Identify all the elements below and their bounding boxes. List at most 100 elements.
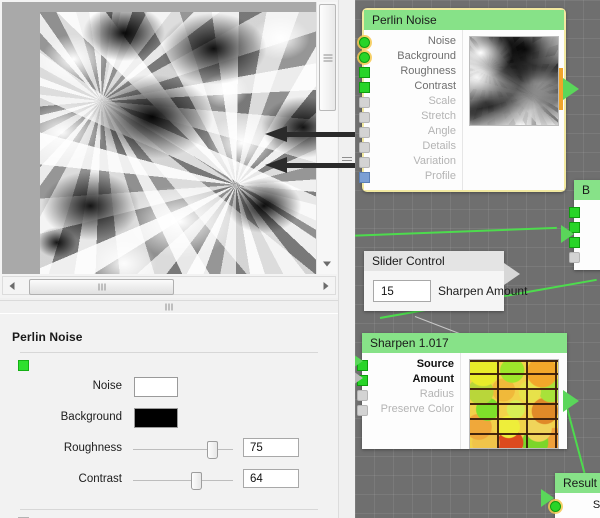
app-root: Perlin Noise Noise Background Roughness 75 C… bbox=[0, 0, 600, 518]
port-label: Roughness bbox=[400, 65, 456, 77]
input-connector-sharpen-amount[interactable] bbox=[355, 369, 363, 387]
port-row[interactable]: Details bbox=[359, 139, 462, 154]
port-label: Angle bbox=[427, 125, 456, 137]
port-plug-icon[interactable] bbox=[359, 157, 370, 168]
port-plug-icon[interactable] bbox=[357, 390, 368, 401]
port-row[interactable]: Angle bbox=[359, 124, 462, 139]
arrow-down-icon bbox=[322, 261, 331, 267]
port-plug-icon[interactable] bbox=[359, 142, 370, 153]
port-label: Surf bbox=[592, 499, 600, 511]
property-row: Background bbox=[0, 408, 338, 430]
port-row[interactable]: Noise bbox=[359, 34, 462, 49]
port-plug-icon[interactable] bbox=[359, 37, 370, 48]
port-row[interactable] bbox=[569, 204, 600, 219]
group-divider bbox=[20, 509, 318, 510]
port-plug-icon[interactable] bbox=[569, 207, 580, 218]
port-row[interactable]: Amount bbox=[357, 372, 460, 387]
slider-amount-input[interactable]: 15 bbox=[373, 280, 431, 302]
arrow-head-icon bbox=[265, 126, 287, 142]
slider-knob[interactable] bbox=[191, 472, 202, 490]
preview-scroll-left-button[interactable] bbox=[4, 278, 20, 293]
panel-splitter[interactable] bbox=[0, 300, 338, 314]
input-connector-partial[interactable] bbox=[561, 225, 574, 243]
node-perlin-noise[interactable]: Perlin Noise Noise Background Roughness Con… bbox=[359, 8, 566, 192]
slider-knob[interactable] bbox=[207, 441, 218, 459]
group-toggle-1[interactable] bbox=[18, 360, 29, 371]
port-row[interactable]: Source bbox=[357, 357, 460, 372]
node-result[interactable]: Result Surf bbox=[550, 473, 600, 518]
scroll-grip-icon bbox=[97, 283, 106, 291]
value-input-roughness[interactable]: 75 bbox=[243, 438, 299, 457]
port-plug-icon[interactable] bbox=[359, 127, 370, 138]
port-row[interactable]: Surf bbox=[550, 498, 600, 513]
port-row[interactable]: Preserve Color bbox=[357, 402, 460, 417]
port-row[interactable]: Radius bbox=[357, 387, 460, 402]
port-plug-icon[interactable] bbox=[359, 67, 370, 78]
color-swatch-background[interactable] bbox=[134, 408, 178, 428]
port-label: Preserve Color bbox=[380, 403, 454, 415]
page-title: Perlin Noise bbox=[12, 330, 83, 344]
preview-horizontal-scroll-thumb[interactable] bbox=[29, 279, 174, 295]
node-body-partial bbox=[569, 200, 600, 270]
splitter-grip-icon bbox=[165, 303, 174, 311]
output-connector-sharpen[interactable] bbox=[563, 390, 579, 412]
property-label: Roughness bbox=[63, 442, 122, 454]
port-plug-icon[interactable] bbox=[359, 52, 370, 63]
arrow-shaft bbox=[285, 163, 355, 168]
port-label: Background bbox=[397, 50, 456, 62]
port-plug-icon[interactable] bbox=[569, 252, 580, 263]
port-row[interactable]: Stretch bbox=[359, 109, 462, 124]
port-row[interactable] bbox=[569, 219, 600, 234]
output-connector-perlin[interactable] bbox=[563, 78, 579, 100]
port-plug-icon[interactable] bbox=[359, 112, 370, 123]
slider-track[interactable] bbox=[133, 480, 233, 481]
thumbnail-image bbox=[469, 359, 559, 449]
node-partial-right[interactable]: B bbox=[569, 180, 600, 270]
input-connector-sharpen-source[interactable] bbox=[355, 352, 363, 370]
node-title-result: Result bbox=[555, 473, 600, 493]
port-row[interactable]: Variation bbox=[359, 154, 462, 169]
port-list-sharpen: Source Amount Radius Preserve Color bbox=[357, 353, 460, 449]
node-thumbnail-sharpen[interactable] bbox=[460, 353, 567, 449]
scroll-grip-icon bbox=[323, 52, 332, 63]
port-row[interactable]: Roughness bbox=[359, 64, 462, 79]
port-label: Noise bbox=[427, 35, 456, 47]
preview-horizontal-scrollbar[interactable] bbox=[2, 276, 336, 295]
node-slider-control[interactable]: Slider Control 15 Sharpen Amount bbox=[364, 251, 527, 311]
port-plug-icon[interactable] bbox=[359, 97, 370, 108]
slider-track[interactable] bbox=[133, 449, 233, 450]
port-plug-icon[interactable] bbox=[357, 405, 368, 416]
arrow-right-icon bbox=[323, 281, 329, 290]
input-connector-result[interactable] bbox=[541, 489, 554, 507]
port-label: Radius bbox=[419, 388, 454, 400]
property-row: Roughness 75 bbox=[0, 438, 338, 461]
port-row[interactable]: Scale bbox=[359, 94, 462, 109]
property-label: Noise bbox=[92, 380, 122, 392]
port-list-partial bbox=[569, 200, 600, 270]
preview-scroll-down-button[interactable] bbox=[319, 256, 334, 272]
port-plug-icon[interactable] bbox=[359, 172, 370, 183]
properties-vertical-scrollbar[interactable] bbox=[338, 0, 355, 518]
port-row[interactable] bbox=[569, 234, 600, 249]
perlin-noise-preview-image bbox=[40, 12, 320, 274]
port-row[interactable]: Contrast bbox=[359, 79, 462, 94]
arrow-head-icon bbox=[265, 157, 287, 173]
preview-scroll-right-button[interactable] bbox=[318, 278, 334, 293]
port-row[interactable]: Background bbox=[359, 49, 462, 64]
port-list-perlin-noise: Noise Background Roughness Contrast Scale Str… bbox=[359, 30, 462, 190]
node-sharpen[interactable]: Sharpen 1.017 Source Amount Radius Preserve… bbox=[357, 333, 567, 449]
property-label: Contrast bbox=[78, 473, 122, 485]
output-connector-slider-control[interactable] bbox=[504, 263, 520, 285]
node-graph-canvas[interactable]: Perlin Noise Noise Background Roughness Con… bbox=[355, 0, 600, 518]
port-row[interactable]: Profile bbox=[359, 169, 462, 184]
port-label: Variation bbox=[413, 155, 456, 167]
port-plug-icon[interactable] bbox=[359, 82, 370, 93]
color-swatch-noise[interactable] bbox=[134, 377, 178, 397]
port-row[interactable] bbox=[569, 249, 600, 264]
thumbnail-image bbox=[468, 36, 559, 126]
node-title-slider-control: Slider Control bbox=[364, 251, 504, 271]
node-title-perlin-noise: Perlin Noise bbox=[364, 10, 564, 30]
value-input-contrast[interactable]: 64 bbox=[243, 469, 299, 488]
node-thumbnail-perlin-noise[interactable] bbox=[462, 30, 564, 190]
preview-vertical-scroll-thumb[interactable] bbox=[319, 4, 336, 111]
